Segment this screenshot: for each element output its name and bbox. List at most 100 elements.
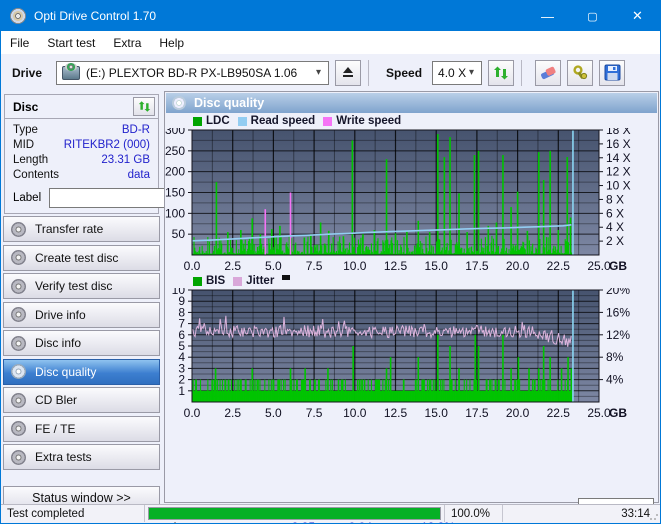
nav-item-drive-info[interactable]: Drive info (3, 301, 160, 328)
eject-icon (342, 67, 354, 78)
nav-item-label: Drive info (35, 307, 86, 322)
jitter-legend-swatch (233, 276, 243, 286)
tools-button[interactable] (567, 59, 594, 86)
svg-text:5.0: 5.0 (265, 406, 282, 420)
statusbar-spacer (503, 505, 540, 522)
svg-text:250: 250 (165, 144, 185, 158)
resize-grip[interactable] (649, 511, 659, 521)
disc-icon (11, 392, 26, 408)
legend-label: LDC (206, 115, 230, 127)
svg-text:GB: GB (609, 259, 627, 273)
drive-select[interactable]: (E:) PLEXTOR BD-R PX-LB950SA 1.06 ▾ (56, 60, 330, 85)
save-button[interactable] (599, 59, 626, 86)
svg-text:17.5: 17.5 (465, 259, 489, 273)
nav-item-create-test-disc[interactable]: Create test disc (3, 244, 160, 271)
nav-item-cd-bler[interactable]: CD Bler (3, 387, 160, 413)
elapsed-time: 33:14 (621, 507, 650, 520)
statusbar: Test completed 100.0% 33:14 (1, 504, 660, 522)
nav-item-label: Create test disc (35, 250, 119, 265)
eraser-icon (541, 66, 556, 79)
results-area: LDCBIS✓JitterAvg2.250.0412.3%Max281615.4… (165, 422, 658, 523)
svg-text:2 X: 2 X (606, 234, 624, 248)
disc-quality-icon (172, 96, 186, 110)
erase-button[interactable] (535, 59, 562, 86)
svg-text:8 X: 8 X (606, 192, 624, 206)
svg-text:12 X: 12 X (606, 165, 631, 179)
svg-text:8%: 8% (606, 350, 624, 364)
label-field-label: Label (13, 192, 42, 204)
svg-text:150: 150 (165, 186, 185, 200)
disc-info-box: Disc Type BD-R MID RITEKBR2 (000) Length 23.3… (4, 94, 253, 214)
menu-extra[interactable]: Extra (104, 33, 150, 53)
svg-text:12.5: 12.5 (384, 406, 408, 420)
svg-text:7.5: 7.5 (306, 259, 323, 273)
nav-item-transfer-rate[interactable]: Transfer rate (3, 216, 160, 242)
nav-item-verify-test-disc[interactable]: Verify test disc (3, 273, 160, 299)
nav-item-disc-info[interactable]: Disc info (3, 330, 160, 356)
chevron-down-icon: ▾ (469, 67, 475, 78)
property-label: Contents (13, 168, 60, 181)
speed-label: Speed (386, 65, 423, 80)
ldc-chart-legend: LDC Read speed Write speed (185, 115, 401, 127)
property-value: data (127, 168, 150, 181)
nav-item-label: Verify test disc (35, 279, 113, 293)
disc-quality-panel: Disc quality LDC Read speed Write speed 50… (164, 91, 659, 523)
window-title: Opti Drive Control 1.70 (34, 9, 157, 23)
svg-text:5.0: 5.0 (265, 259, 282, 273)
svg-text:22.5: 22.5 (547, 406, 571, 420)
disc-icon (11, 421, 26, 436)
maximize-button[interactable]: ▢ (570, 1, 615, 31)
svg-text:18 X: 18 X (606, 128, 631, 137)
nav-item-label: Transfer rate (35, 222, 104, 236)
refresh-icon (494, 66, 509, 79)
menu-file[interactable]: File (1, 33, 38, 53)
legend-label: Write speed (336, 115, 402, 127)
nav-item-label: Extra tests (35, 450, 92, 464)
svg-text:2.5: 2.5 (224, 259, 241, 273)
toolbar-separator (521, 59, 523, 86)
svg-text:20.0: 20.0 (506, 406, 530, 420)
minimize-button[interactable]: — (525, 1, 570, 31)
app-disc-icon (10, 8, 26, 24)
disc-icon (11, 364, 26, 379)
close-button[interactable]: ✕ (615, 1, 660, 31)
status-text: Test completed (1, 505, 145, 522)
toolbar: Drive (E:) PLEXTOR BD-R PX-LB950SA 1.06 … (1, 54, 660, 91)
eject-button[interactable] (335, 59, 362, 86)
svg-text:2.5: 2.5 (224, 406, 241, 420)
svg-text:50: 50 (172, 227, 186, 241)
legend-label: Jitter (246, 275, 275, 287)
bis-jitter-chart: 123456789104%8%12%16%20%0.0 2.5 5.0 7.5 10.0… (172, 288, 631, 420)
speed-select[interactable]: 4.0 X ▾ (432, 60, 483, 85)
svg-text:10.0: 10.0 (343, 259, 367, 273)
write-speed-legend-swatch (323, 116, 333, 126)
drive-label: Drive (12, 65, 43, 80)
nav-item-extra-tests[interactable]: Extra tests (3, 444, 160, 470)
menu-start-test[interactable]: Start test (38, 33, 104, 53)
property-value: RITEKBR2 (000) (63, 138, 150, 151)
svg-text:25.0: 25.0 (587, 406, 611, 420)
svg-text:12.5: 12.5 (384, 259, 408, 273)
svg-text:6 X: 6 X (606, 206, 624, 220)
svg-text:12%: 12% (606, 328, 630, 342)
nav-item-fe-te[interactable]: FE / TE (3, 415, 160, 442)
property-value: BD-R (121, 123, 150, 136)
legend-label: BIS (206, 275, 226, 287)
app-window: Opti Drive Control 1.70 — ▢ ✕ File Start … (0, 0, 661, 524)
nav-item-label: Disc quality (35, 364, 97, 379)
nav-item-label: CD Bler (35, 393, 78, 407)
drive-select-value: (E:) PLEXTOR BD-R PX-LB950SA 1.06 (86, 65, 298, 80)
menu-help[interactable]: Help (150, 33, 193, 53)
disc-refresh-button[interactable] (133, 97, 155, 116)
property-label: Length (13, 153, 49, 166)
read-speed-legend-swatch (237, 116, 247, 126)
nav-item-disc-quality[interactable]: Disc quality (3, 358, 160, 385)
svg-text:300: 300 (165, 128, 185, 137)
svg-text:10.0: 10.0 (343, 406, 367, 420)
refresh-button[interactable] (488, 59, 515, 86)
bis-chart-legend: BIS Jitter (185, 274, 291, 287)
tools-icon (572, 64, 587, 79)
disc-icon (11, 221, 26, 237)
progress-bar (148, 507, 441, 520)
svg-text:GB: GB (609, 406, 627, 420)
